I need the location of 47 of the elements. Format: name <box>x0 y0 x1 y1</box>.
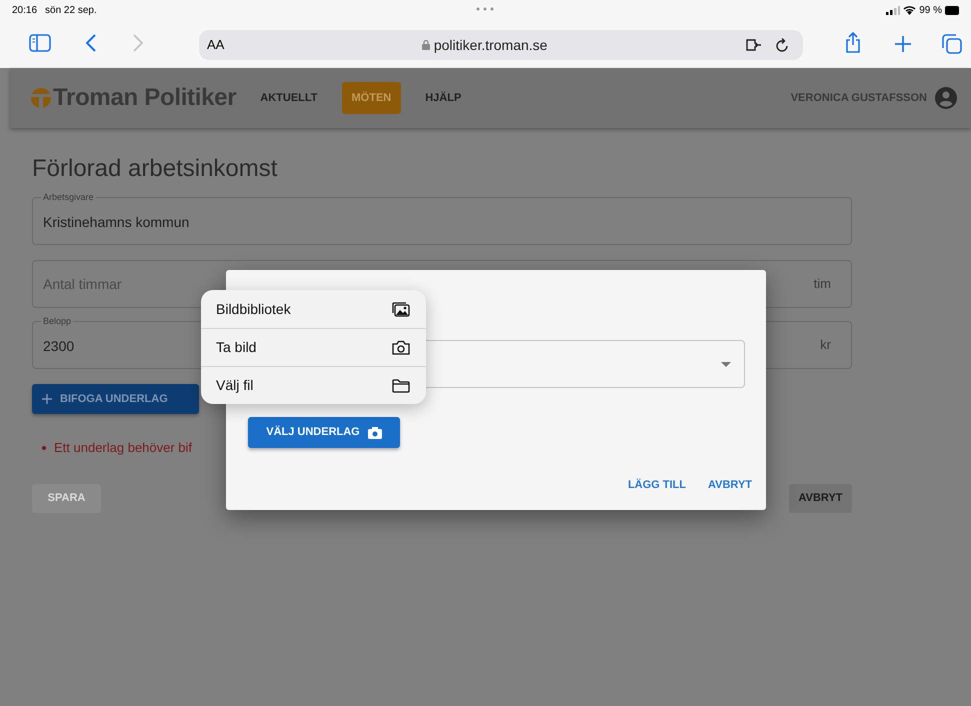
error-message: Ett underlag behöver bif <box>54 439 192 457</box>
logo-icon <box>30 87 52 109</box>
status-date: sön 22 sep. <box>45 4 97 18</box>
battery-percent: 99 % <box>919 4 942 18</box>
camera-icon <box>368 426 382 438</box>
field-suffix: kr <box>820 336 832 354</box>
tabs-icon[interactable] <box>942 34 962 54</box>
text-size-button[interactable]: AA <box>207 35 224 55</box>
field-label: Belopp <box>41 315 74 327</box>
dialog-action[interactable]: LÄGG TILL <box>628 477 686 494</box>
plus-icon[interactable] <box>895 36 911 52</box>
folder-icon <box>392 378 410 392</box>
battery-icon <box>945 6 959 14</box>
sidebar-icon[interactable] <box>29 34 51 52</box>
field-suffix: tim <box>814 275 832 294</box>
share-icon[interactable] <box>845 32 861 53</box>
lock-icon <box>422 40 430 50</box>
cancel-button[interactable]: AVBRYT <box>789 484 852 512</box>
choose-attachment-button[interactable]: VÄLJ UNDERLAG <box>248 417 400 448</box>
plus-icon <box>42 394 52 404</box>
field-value: Kristinehamns kommun <box>43 212 190 232</box>
nav-tab[interactable]: MÖTEN <box>342 82 402 114</box>
dialog-action[interactable]: AVBRYT <box>708 477 752 494</box>
status-time: 20:16 <box>12 4 38 18</box>
bullet-icon <box>42 446 46 450</box>
menu-item[interactable]: Välj fil <box>201 366 426 404</box>
address-bar[interactable]: AA politiker.troman.se <box>199 30 803 60</box>
account-icon[interactable] <box>935 87 957 109</box>
field-value: 2300 <box>43 336 74 356</box>
logo-text: Troman Politiker <box>53 83 236 113</box>
field-label: Arbetsgivare <box>41 191 96 203</box>
signal-icon <box>886 6 900 14</box>
camera-icon <box>392 340 410 355</box>
nav-tab[interactable]: HJÄLP <box>415 82 472 114</box>
menu-item[interactable]: Ta bild <box>201 328 426 366</box>
page-title: Förlorad arbetsinkomst <box>32 154 278 184</box>
dropdown-caret-icon <box>721 362 731 367</box>
wifi-icon <box>903 5 916 15</box>
back-icon[interactable] <box>86 34 96 52</box>
url-text: politiker.troman.se <box>434 36 548 55</box>
extension-icon[interactable] <box>745 38 763 52</box>
photos-icon <box>392 302 410 316</box>
more-icon <box>476 7 494 11</box>
attach-button[interactable]: BIFOGA UNDERLAG <box>32 384 199 414</box>
nav-tab[interactable]: AKTUELLT <box>250 82 328 114</box>
reload-icon[interactable] <box>775 38 789 52</box>
user-name[interactable]: VERONICA GUSTAFSSON <box>790 90 927 106</box>
